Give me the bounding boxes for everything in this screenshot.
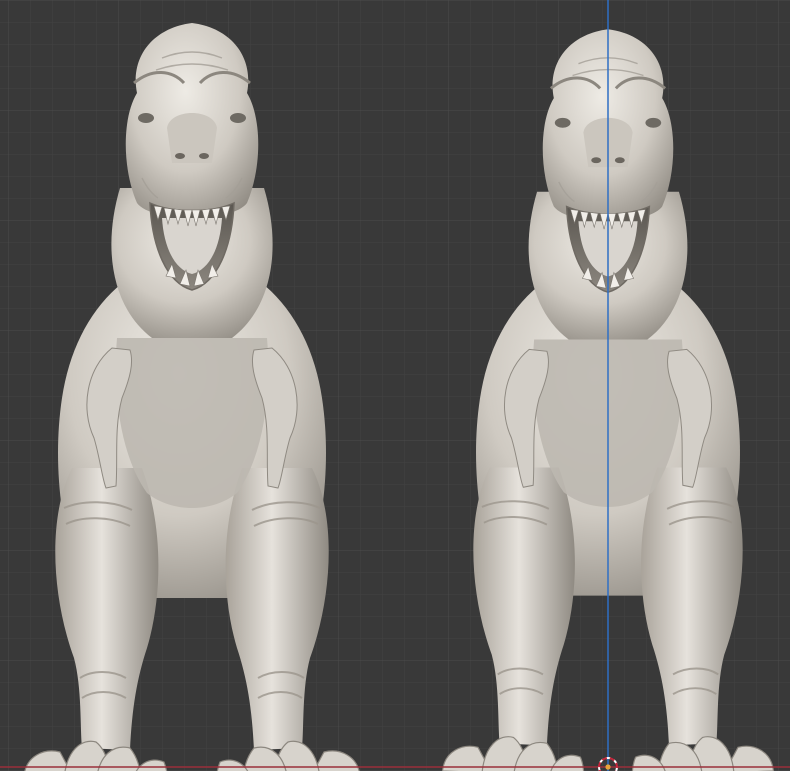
viewport-canvas[interactable]: [0, 0, 790, 771]
3d-viewport[interactable]: [0, 0, 790, 771]
